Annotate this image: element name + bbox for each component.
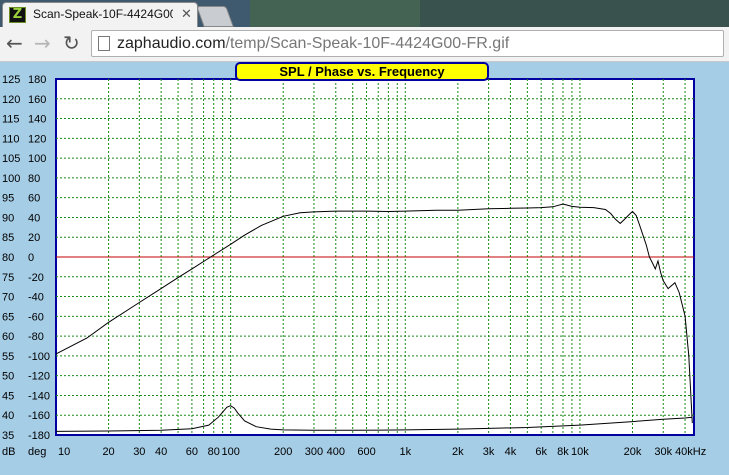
browser-tab[interactable]: Z Scan-Speak-10F-4424G00- ✕ [2,2,198,27]
x-tick-label: 40kHz [675,446,706,458]
phase-tick-label: -40 [28,292,44,304]
phase-tick-label: 100 [28,153,46,165]
spl-tick-label: 115 [2,114,20,126]
phase-tick-label: -160 [28,410,50,422]
phase-tick-label: 160 [28,94,46,106]
phase-tick-label: 120 [28,133,46,145]
spl-tick-label: 125 [2,74,20,86]
spl-unit-label: dB [2,446,15,458]
spl-tick-label: 70 [2,292,14,304]
x-tick-label: 80 [208,446,220,458]
x-tick-label: 60 [186,446,198,458]
x-tick-label: 100 [221,446,239,458]
x-tick-label: 1k [399,446,411,458]
phase-tick-label: -100 [28,351,50,363]
spl-tick-label: 65 [2,311,14,323]
spl-tick-label: 45 [2,390,14,402]
x-tick-label: 30 [133,446,145,458]
x-tick-label: 20 [102,446,114,458]
zaph-favicon-icon: Z [9,7,26,23]
new-tab-button[interactable] [196,6,234,27]
x-tick-label: 4k [505,446,517,458]
back-arrow-icon[interactable]: ← [6,33,23,53]
spl-phase-chart: 3540455055606570758085909510010511011512… [2,74,706,458]
desktop-background-shade [420,0,729,27]
x-tick-label: 10 [58,446,70,458]
spl-tick-label: 75 [2,272,14,284]
spl-tick-label: 90 [2,212,14,224]
browser-toolbar: ← → ↻ zaphaudio.com/temp/Scan-Speak-10F-… [0,27,729,62]
phase-tick-label: -20 [28,272,44,284]
reload-icon[interactable]: ↻ [63,33,80,53]
x-tick-label: 600 [357,446,375,458]
spl-tick-label: 110 [2,133,20,145]
phase-tick-label: 180 [28,74,46,86]
url-host: zaphaudio.com [117,35,226,52]
chart-title: SPL / Phase vs. Frequency [235,62,489,81]
phase-tick-label: -140 [28,390,50,402]
spl-tick-label: 85 [2,232,14,244]
x-tick-label: 10k [571,446,589,458]
phase-tick-label: 60 [28,193,40,205]
x-tick-label: 20k [624,446,642,458]
address-bar[interactable]: zaphaudio.com/temp/Scan-Speak-10F-4424G0… [91,30,724,57]
x-tick-label: 6k [535,446,547,458]
x-tick-label: 8k [557,446,569,458]
x-tick-label: 40 [155,446,167,458]
spl-tick-label: 35 [2,430,14,442]
x-tick-label: 3k [483,446,495,458]
phase-unit-label: deg [28,446,46,458]
tab-title: Scan-Speak-10F-4424G00- [33,7,173,21]
spl-tick-label: 95 [2,193,14,205]
spl-tick-label: 40 [2,410,14,422]
phase-tick-label: -180 [28,430,50,442]
phase-tick-label: 80 [28,173,40,185]
phase-tick-label: -60 [28,311,44,323]
title-bar: Z Scan-Speak-10F-4424G00- ✕ [0,0,729,27]
page-icon [98,36,110,51]
spl-tick-label: 60 [2,331,14,343]
x-tick-label: 2k [452,446,464,458]
spl-tick-label: 55 [2,351,14,363]
phase-tick-label: -80 [28,331,44,343]
phase-tick-label: 40 [28,212,40,224]
url-path: /temp/Scan-Speak-10F-4424G00-FR.gif [225,35,510,52]
image-viewport: 35 40 45 50 55 60 65 70 75 80 85 90 95 100 105 110 115 12… [0,62,729,475]
x-tick-label: 30k [654,446,672,458]
spl-tick-label: 100 [2,173,20,185]
url-text[interactable]: zaphaudio.com/temp/Scan-Speak-10F-4424G0… [117,35,509,53]
phase-tick-label: 140 [28,114,46,126]
phase-tick-label: 0 [28,252,34,264]
spl-tick-label: 50 [2,371,14,383]
spl-tick-label: 105 [2,153,20,165]
phase-tick-label: -120 [28,371,50,383]
close-tab-icon[interactable]: ✕ [181,6,192,22]
x-tick-label: 400 [327,446,345,458]
forward-arrow-icon[interactable]: → [34,33,51,53]
spl-tick-label: 120 [2,94,20,106]
spl-tick-label: 80 [2,252,14,264]
phase-tick-label: 20 [28,232,40,244]
x-tick-label: 200 [274,446,292,458]
x-tick-label: 300 [305,446,323,458]
